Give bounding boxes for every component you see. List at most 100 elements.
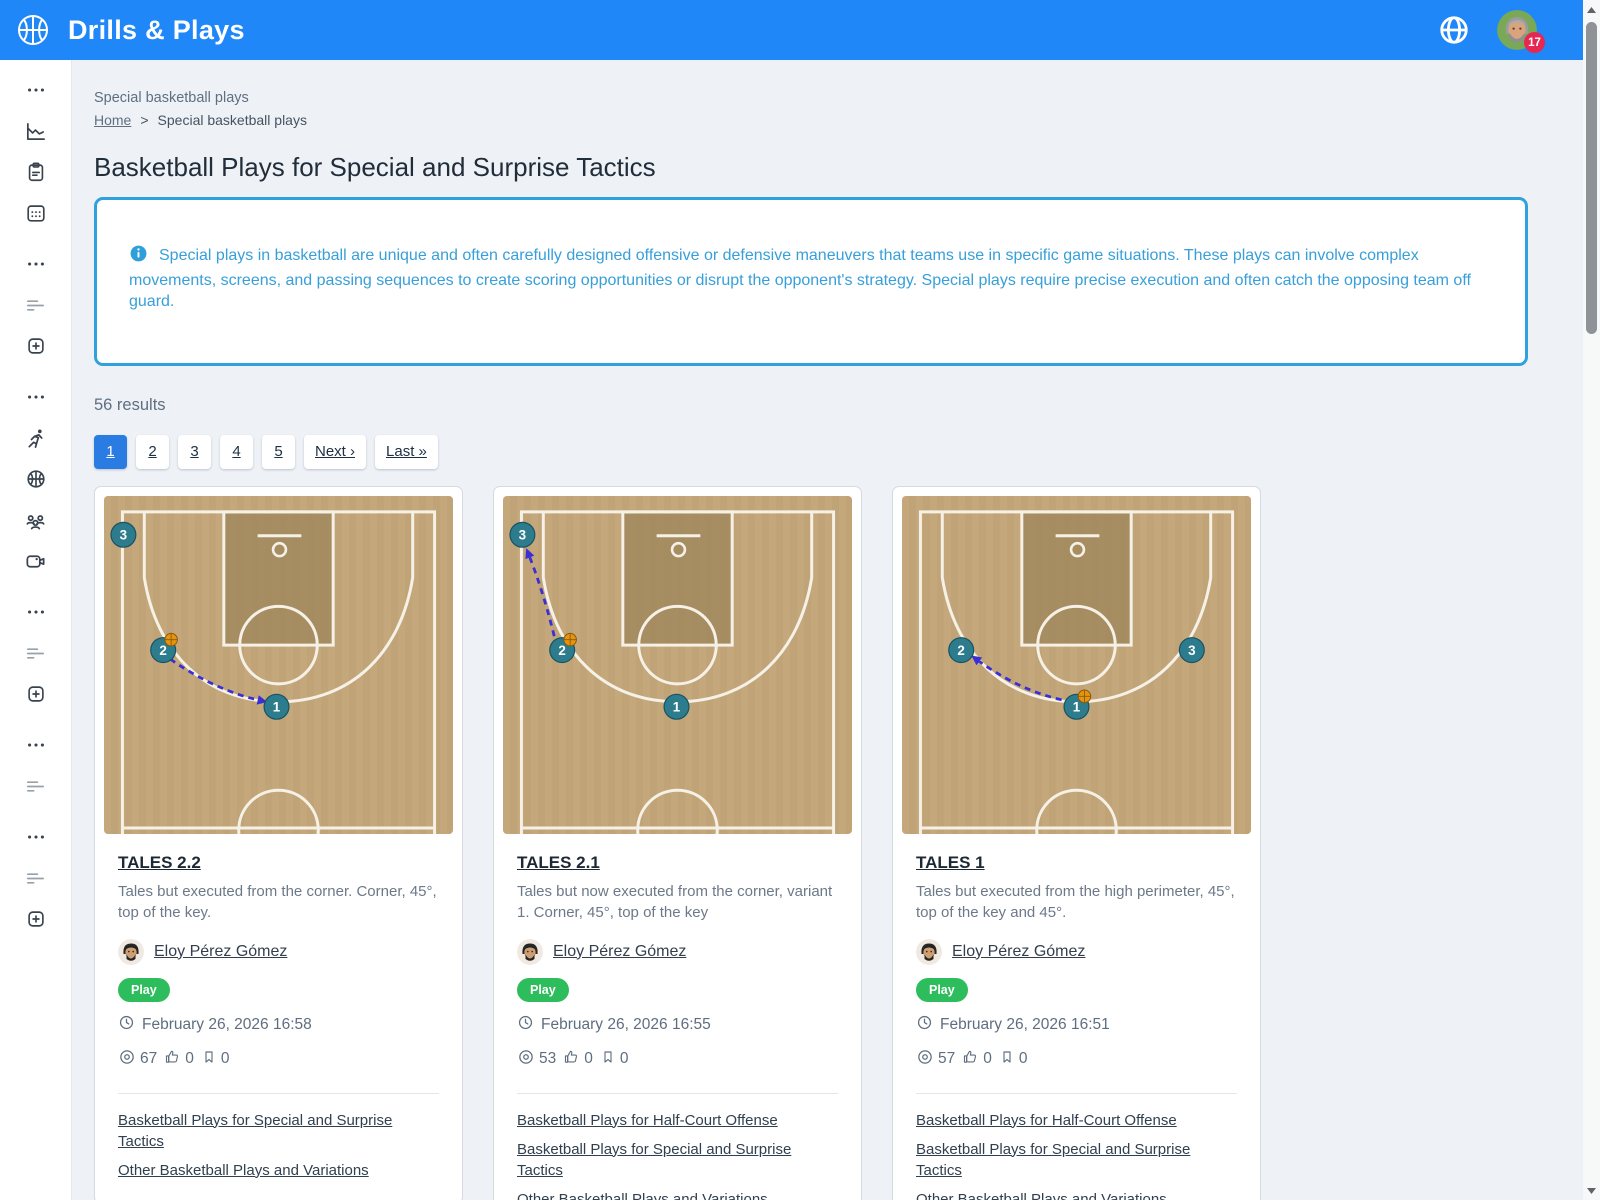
filter-lines-icon[interactable]: [19, 289, 53, 321]
ellipsis-icon[interactable]: [19, 596, 53, 628]
category-link[interactable]: Other Basketball Plays and Variations: [118, 1160, 439, 1181]
likes-count: 0: [185, 1050, 194, 1068]
svg-text:2: 2: [558, 642, 565, 657]
topbar-actions: 17: [1437, 10, 1583, 50]
play-description: Tales but executed from the corner. Corn…: [118, 881, 439, 923]
clock-icon: [916, 1014, 933, 1036]
running-person-icon[interactable]: [19, 422, 53, 454]
court-svg: 321: [503, 496, 852, 834]
play-title-link[interactable]: TALES 2.1: [517, 853, 600, 873]
author-link[interactable]: Eloy Pérez Gómez: [553, 943, 686, 961]
player-marker-3: 3: [1179, 637, 1204, 662]
court-diagram[interactable]: 231: [902, 496, 1251, 834]
eye-icon: [916, 1048, 934, 1071]
category-link[interactable]: Other Basketball Plays and Variations: [916, 1189, 1237, 1200]
page-button-1[interactable]: 1: [94, 435, 127, 469]
views-count: 67: [140, 1050, 157, 1068]
notification-badge: 17: [1524, 32, 1545, 53]
plus-square-icon[interactable]: [19, 330, 53, 362]
play-type-badge: Play: [517, 978, 569, 1002]
play-description: Tales but executed from the high perimet…: [916, 881, 1237, 923]
breadcrumb-home-link[interactable]: Home: [94, 112, 131, 128]
thumbs-up-icon[interactable]: [164, 1048, 181, 1070]
date-row: February 26, 2026 16:51: [916, 1014, 1237, 1036]
author-avatar: [118, 939, 144, 965]
thumbs-up-icon[interactable]: [962, 1048, 979, 1070]
users-icon[interactable]: [19, 504, 53, 536]
ellipsis-icon[interactable]: [19, 821, 53, 853]
stats-row: 57 0 0: [916, 1048, 1237, 1071]
basketball-icon[interactable]: [19, 463, 53, 495]
category-link[interactable]: Basketball Plays for Special and Surpris…: [916, 1139, 1237, 1181]
ellipsis-icon[interactable]: [19, 729, 53, 761]
publish-date: February 26, 2026 16:58: [142, 1016, 312, 1034]
page-button-5[interactable]: 5: [262, 435, 295, 469]
basketball-marker: [564, 633, 577, 646]
filter-lines-icon[interactable]: [19, 637, 53, 669]
section-label: Special basketball plays: [94, 90, 1583, 106]
scrollbar-up-arrow[interactable]: [1583, 1, 1600, 18]
filter-lines-icon[interactable]: [19, 770, 53, 802]
category-link[interactable]: Other Basketball Plays and Variations: [517, 1189, 838, 1200]
category-links: Basketball Plays for Special and Surpris…: [95, 1094, 462, 1200]
svg-text:2: 2: [957, 642, 964, 657]
play-card-2: 321 TALES 2.1 Tales but now executed fro…: [493, 486, 862, 1200]
publish-date: February 26, 2026 16:51: [940, 1016, 1110, 1034]
info-icon: [129, 244, 148, 270]
bookmarks-count: 0: [1019, 1050, 1028, 1068]
bookmarks-count: 0: [620, 1050, 629, 1068]
category-link[interactable]: Basketball Plays for Special and Surpris…: [517, 1139, 838, 1181]
bookmark-icon[interactable]: [999, 1049, 1015, 1070]
play-card-1: 321 TALES 2.2 Tales but executed from th…: [94, 486, 463, 1200]
date-row: February 26, 2026 16:55: [517, 1014, 838, 1036]
scrollbar-down-arrow[interactable]: [1583, 1182, 1600, 1199]
play-description: Tales but now executed from the corner, …: [517, 881, 838, 923]
author-avatar: [916, 939, 942, 965]
basketball-logo-icon: [14, 11, 52, 49]
globe-icon[interactable]: [1437, 13, 1471, 47]
video-camera-icon[interactable]: [19, 545, 53, 577]
plus-square-icon[interactable]: [19, 678, 53, 710]
bookmarks-count: 0: [221, 1050, 230, 1068]
ellipsis-icon[interactable]: [19, 248, 53, 280]
last-page-button[interactable]: Last »: [375, 435, 438, 469]
author-link[interactable]: Eloy Pérez Gómez: [952, 943, 1085, 961]
filter-lines-icon[interactable]: [19, 862, 53, 894]
bookmark-icon[interactable]: [600, 1049, 616, 1070]
scrollbar-thumb[interactable]: [1586, 22, 1597, 334]
page-button-3[interactable]: 3: [178, 435, 211, 469]
category-link[interactable]: Basketball Plays for Half-Court Offense: [517, 1110, 838, 1131]
bookmark-icon[interactable]: [201, 1049, 217, 1070]
clock-icon: [517, 1014, 534, 1036]
scrollbar[interactable]: [1583, 0, 1600, 1200]
likes-count: 0: [983, 1050, 992, 1068]
calendar-icon[interactable]: [19, 197, 53, 229]
court-diagram[interactable]: 321: [104, 496, 453, 834]
player-marker-3: 3: [111, 522, 136, 547]
author-link[interactable]: Eloy Pérez Gómez: [154, 943, 287, 961]
play-type-badge: Play: [118, 978, 170, 1002]
next-page-button[interactable]: Next ›: [304, 435, 366, 469]
user-avatar[interactable]: 17: [1497, 10, 1537, 50]
category-link[interactable]: Basketball Plays for Special and Surpris…: [118, 1110, 439, 1152]
court-svg: 321: [104, 496, 453, 834]
court-diagram[interactable]: 321: [503, 496, 852, 834]
sidebar: [0, 60, 72, 1200]
thumbs-up-icon[interactable]: [563, 1048, 580, 1070]
play-title-link[interactable]: TALES 1: [916, 853, 985, 873]
svg-text:3: 3: [1188, 642, 1195, 657]
breadcrumb-separator: >: [140, 112, 148, 128]
play-title-link[interactable]: TALES 2.2: [118, 853, 201, 873]
clipboard-icon[interactable]: [19, 156, 53, 188]
page-button-4[interactable]: 4: [220, 435, 253, 469]
plus-square-icon[interactable]: [19, 903, 53, 935]
line-chart-icon[interactable]: [19, 115, 53, 147]
ellipsis-icon[interactable]: [19, 74, 53, 106]
category-link[interactable]: Basketball Plays for Half-Court Offense: [916, 1110, 1237, 1131]
page-button-2[interactable]: 2: [136, 435, 169, 469]
pagination: 12345 Next › Last »: [94, 435, 1583, 469]
player-marker-1: 1: [664, 694, 689, 719]
ellipsis-icon[interactable]: [19, 381, 53, 413]
views-count: 57: [938, 1050, 955, 1068]
main-content: Special basketball plays Home > Special …: [72, 60, 1583, 1200]
